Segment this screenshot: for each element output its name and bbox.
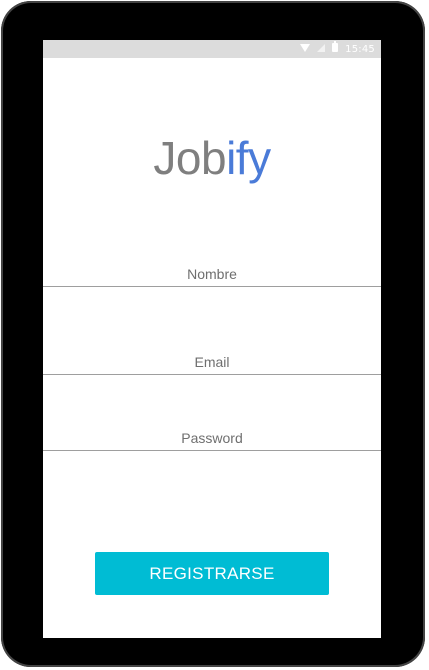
status-bar: 15:45 — [43, 40, 381, 58]
logo-text-job: Job — [153, 132, 227, 184]
app-logo: Jobify — [43, 130, 381, 186]
battery-icon — [332, 41, 339, 55]
logo-text-ify: ify — [226, 132, 271, 184]
app-screen: 15:45 Jobify REGISTRARSE — [43, 40, 381, 638]
name-field[interactable] — [43, 262, 381, 287]
signal-icon — [317, 43, 326, 55]
wifi-icon — [300, 43, 311, 55]
status-time: 15:45 — [345, 43, 375, 55]
register-button[interactable]: REGISTRARSE — [95, 552, 329, 595]
password-field[interactable] — [43, 426, 381, 451]
email-field[interactable] — [43, 350, 381, 375]
